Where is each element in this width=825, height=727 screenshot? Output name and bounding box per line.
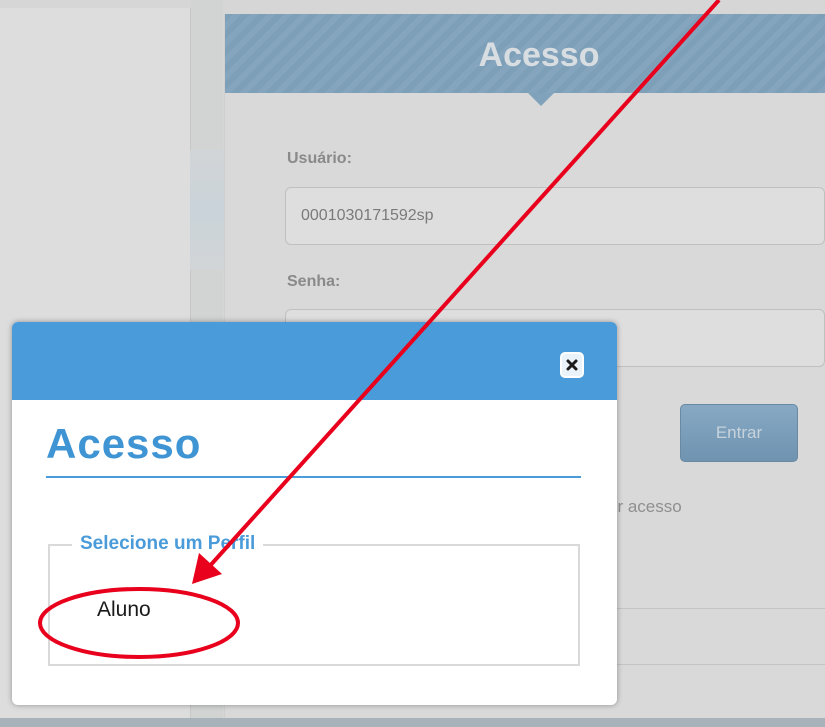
background-decoration — [190, 150, 225, 270]
background-separator — [615, 664, 825, 665]
profile-dialog: Acesso Selecione um Perfil Aluno — [12, 322, 617, 705]
password-label: Senha: — [287, 273, 341, 290]
login-title: Acesso — [478, 36, 600, 74]
dialog-titlebar — [12, 322, 617, 400]
username-input[interactable]: 0001030171592sp — [285, 187, 825, 245]
background-separator — [615, 608, 825, 609]
close-icon — [566, 359, 578, 371]
dialog-title: Acesso — [46, 420, 202, 467]
close-button[interactable] — [560, 352, 584, 378]
enter-button[interactable]: Entrar — [680, 404, 798, 462]
access-help-link[interactable]: er acesso — [608, 497, 682, 517]
username-label: Usuário: — [287, 150, 352, 167]
profile-legend: Selecione um Perfil — [72, 533, 264, 555]
background-bottom-strip — [0, 718, 825, 727]
dialog-title-rule — [46, 476, 581, 478]
login-header-notch — [528, 93, 554, 106]
profile-fieldset: Selecione um Perfil Aluno — [48, 533, 580, 666]
profile-option-aluno[interactable]: Aluno — [97, 598, 151, 622]
